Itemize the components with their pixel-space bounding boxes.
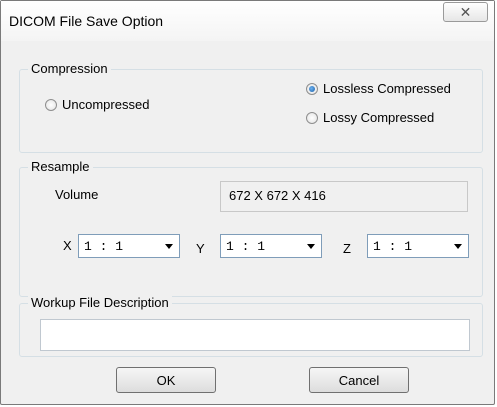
volume-value-box: 672 X 672 X 416 — [220, 181, 468, 212]
resample-group: Resample Volume 672 X 672 X 416 X 1 : 1 … — [19, 159, 483, 297]
compression-group: Compression Uncompressed Lossless Compre… — [19, 61, 483, 153]
x-label: X — [63, 238, 72, 253]
volume-label: Volume — [55, 187, 99, 202]
title-bar: DICOM File Save Option ✕ — [1, 1, 494, 41]
z-ratio-value: 1 : 1 — [373, 238, 413, 254]
z-label: Z — [343, 241, 351, 256]
cancel-button-label: Cancel — [338, 372, 380, 388]
radio-uncompressed-label: Uncompressed — [62, 97, 150, 112]
close-button[interactable]: ✕ — [443, 2, 488, 22]
dialog-title: DICOM File Save Option — [9, 13, 164, 29]
radio-lossless-button[interactable] — [306, 82, 318, 95]
radio-uncompressed[interactable]: Uncompressed — [45, 97, 149, 112]
chevron-down-icon[interactable] — [159, 243, 179, 249]
x-ratio-value: 1 : 1 — [84, 238, 124, 254]
volume-value: 672 X 672 X 416 — [229, 188, 326, 203]
y-label: Y — [196, 241, 205, 256]
x-ratio-select[interactable]: 1 : 1 — [78, 234, 180, 258]
radio-lossy[interactable]: Lossy Compressed — [306, 110, 434, 125]
y-ratio-select[interactable]: 1 : 1 — [220, 234, 322, 258]
compression-legend: Compression — [28, 61, 111, 76]
radio-lossless-label: Lossless Compressed — [323, 81, 451, 96]
resample-legend: Resample — [28, 159, 93, 174]
workup-description-input[interactable] — [40, 319, 470, 351]
z-ratio-select[interactable]: 1 : 1 — [367, 234, 469, 258]
y-ratio-value: 1 : 1 — [226, 238, 266, 254]
cancel-button[interactable]: Cancel — [309, 367, 409, 393]
radio-lossy-button[interactable] — [306, 111, 318, 124]
workup-legend: Workup File Description — [28, 295, 172, 310]
chevron-down-icon[interactable] — [448, 243, 468, 249]
close-icon: ✕ — [459, 3, 472, 20]
workup-group: Workup File Description — [19, 295, 483, 357]
radio-lossy-label: Lossy Compressed — [323, 110, 435, 125]
chevron-down-icon[interactable] — [301, 243, 321, 249]
ok-button-label: OK — [156, 372, 176, 388]
ok-button[interactable]: OK — [116, 367, 216, 393]
dialog-body: Compression Uncompressed Lossless Compre… — [9, 41, 488, 396]
dicom-save-dialog: DICOM File Save Option ✕ Compression Unc… — [0, 0, 495, 405]
radio-uncompressed-button[interactable] — [45, 98, 57, 111]
radio-lossless[interactable]: Lossless Compressed — [306, 81, 451, 96]
